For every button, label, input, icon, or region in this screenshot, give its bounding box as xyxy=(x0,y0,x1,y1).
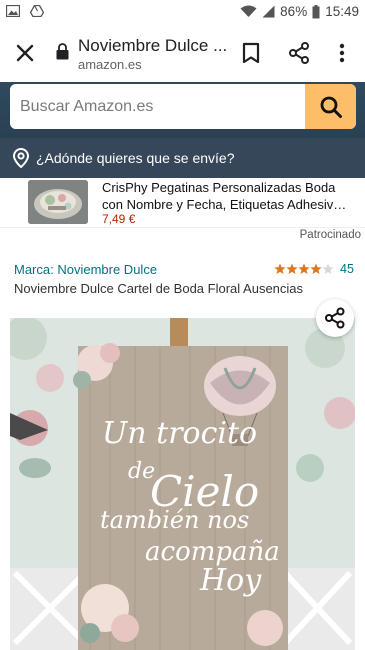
rating[interactable]: 45 xyxy=(274,262,354,276)
sign-line-1: Un trocito xyxy=(102,416,257,451)
product-image[interactable]: Un trocito de Cielo también nos acompaña… xyxy=(10,318,355,650)
lock-icon xyxy=(56,43,69,60)
share-icon xyxy=(289,42,309,64)
amazon-header: ¿Adónde quieres que se envíe? xyxy=(0,82,365,178)
sponsored-product-title[interactable]: CrisPhy Pegatinas Personalizadas Boda co… xyxy=(102,179,347,213)
sponsored-product[interactable]: CrisPhy Pegatinas Personalizadas Boda co… xyxy=(0,178,365,228)
drive-icon xyxy=(30,5,44,17)
share-icon xyxy=(325,307,345,329)
more-vert-icon xyxy=(339,43,345,63)
search-input[interactable] xyxy=(10,84,305,129)
product-share-button[interactable] xyxy=(316,299,354,337)
product-title: Noviembre Dulce Cartel de Boda Floral Au… xyxy=(14,281,304,296)
battery-percentage: 86% xyxy=(280,4,308,19)
search-icon xyxy=(320,96,342,118)
deliver-to-text: ¿Adónde quieres que se envíe? xyxy=(36,150,235,166)
close-tab-button[interactable] xyxy=(13,41,37,65)
wifi-icon xyxy=(240,5,257,18)
location-pin-icon xyxy=(12,148,30,168)
deliver-to-bar[interactable]: ¿Adónde quieres que se envíe? xyxy=(0,138,365,178)
bookmark-icon xyxy=(242,42,260,64)
star-rating-icon xyxy=(274,263,336,275)
sponsored-label: Patrocinado xyxy=(299,229,361,241)
sign-line-4: también nos xyxy=(100,506,249,534)
sponsored-product-price: 7,49 € xyxy=(102,212,136,226)
search-button[interactable] xyxy=(305,84,356,129)
search-bar xyxy=(10,84,356,129)
status-bar: 86% 15:49 xyxy=(0,0,365,24)
battery-icon xyxy=(312,4,320,19)
sign-line-6: Hoy xyxy=(199,563,262,598)
page-title: Noviembre Dulce ... xyxy=(78,36,228,55)
screen: 86% 15:49 Noviembre Dulce ... amazon.es xyxy=(0,0,365,650)
browser-toolbar: Noviembre Dulce ... amazon.es xyxy=(0,24,365,82)
brand-link[interactable]: Marca: Noviembre Dulce xyxy=(14,262,157,277)
clock: 15:49 xyxy=(325,4,359,19)
rating-count[interactable]: 45 xyxy=(340,262,354,276)
page-url[interactable]: amazon.es xyxy=(78,57,142,72)
sponsored-product-image[interactable] xyxy=(28,180,88,224)
signal-icon xyxy=(262,5,275,18)
bookmark-button[interactable] xyxy=(240,41,262,65)
share-page-button[interactable] xyxy=(288,41,310,65)
gallery-icon xyxy=(6,5,20,17)
close-icon xyxy=(16,44,34,62)
more-options-button[interactable] xyxy=(332,41,352,65)
